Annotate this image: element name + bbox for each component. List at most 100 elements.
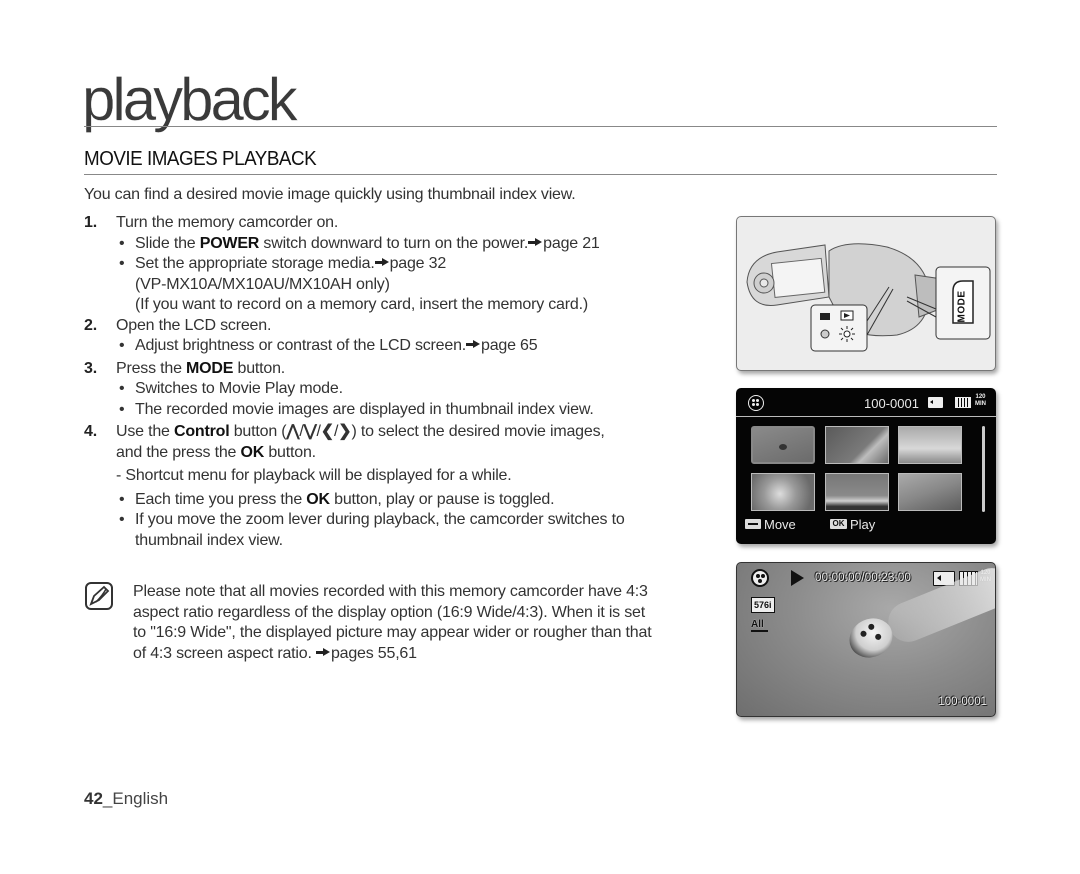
up-chevron-icon: ⋀	[286, 423, 300, 440]
page-reference[interactable]: page 65	[481, 337, 538, 354]
bullet-icon: •	[119, 255, 125, 272]
bullet-icon: •	[119, 400, 125, 418]
bullet-item: • If you move the zoom lever during play…	[116, 510, 724, 551]
step-text: Open the LCD screen.	[116, 316, 272, 334]
left-chevron-icon: ❮	[320, 423, 334, 440]
model-note: (VP-MX10A/MX10AU/MX10AH only)	[135, 275, 390, 293]
play-triangle-icon[interactable]	[791, 570, 804, 586]
movie-play-icon	[751, 569, 769, 587]
step-number: 4.	[84, 423, 97, 440]
step-number: 1.	[84, 214, 97, 231]
range-badge: All	[751, 619, 768, 632]
down-chevron-icon: ⋁	[303, 423, 317, 440]
step-text-part: Press the	[116, 359, 187, 377]
page-ref-arrow-icon	[528, 237, 543, 247]
bullet-item: • Slide the POWER switch downward to tur…	[116, 234, 724, 255]
note-line: of 4:3 screen aspect ratio. pages 55,61	[133, 644, 733, 665]
camcorder-illustration: MODE	[736, 216, 996, 371]
section-title: MOVIE IMAGES PLAYBACK	[84, 148, 317, 170]
thumbnail-dog[interactable]	[751, 473, 815, 511]
intro-text: You can find a desired movie image quick…	[84, 186, 576, 203]
power-keyword: POWER	[199, 234, 260, 252]
quality-badge: 576i	[751, 597, 775, 613]
bullet-text: button, play or pause is toggled.	[329, 490, 555, 508]
mode-button-label: MODE	[956, 290, 968, 323]
mode-lamp-callout	[810, 304, 868, 352]
bullet-text: Each time you press the	[135, 490, 307, 508]
step-text-line2: and the press the OK button.	[116, 443, 724, 464]
bullet-text: thumbnail index view.	[135, 531, 283, 549]
bullet-item: • The recorded movie images are displaye…	[116, 400, 724, 421]
page-ref-arrow-icon	[466, 340, 481, 349]
thumbnail-landscape[interactable]	[825, 473, 889, 511]
move-hint-label: Move	[764, 517, 796, 532]
note-text: Please note that all movies recorded wit…	[133, 582, 733, 664]
section-divider	[84, 174, 997, 175]
step-1: 1. Turn the memory camcorder on. • Slide…	[84, 213, 724, 316]
playback-time: 00:00:00/00:23:00	[815, 572, 912, 584]
thumbnail-ladybug[interactable]	[751, 426, 815, 464]
step-2: 2. Open the LCD screen. • Adjust brightn…	[84, 316, 724, 357]
memory-card-note: (If you want to record on a memory card,…	[135, 296, 588, 313]
right-chevron-icon: ❯	[338, 423, 352, 440]
chapter-title: playback	[82, 66, 298, 133]
step-text: Use the Control button (⋀/⋁/❮/❯) to sele…	[116, 422, 724, 443]
step-text-part: button.	[233, 359, 286, 377]
step-number: 3.	[84, 359, 97, 377]
bullet-icon: •	[119, 234, 125, 252]
ok-icon: OK	[830, 519, 847, 529]
page-ref-arrow-icon	[374, 258, 389, 267]
thumbnail-index-screen: 100-0001 120 MIN Move OK Play	[736, 388, 996, 544]
file-number: 100-0001	[864, 396, 919, 411]
bullet-text: Adjust brightness or contrast of the LCD…	[135, 337, 467, 354]
steps-list: 1. Turn the memory camcorder on. • Slide…	[84, 213, 724, 551]
bullet-icon: •	[119, 490, 125, 508]
bullet-item: • Switches to Movie Play mode.	[116, 379, 724, 400]
step-text-part: Use the	[116, 423, 174, 440]
bullet-item: • Adjust brightness or contrast of the L…	[116, 336, 724, 357]
step-text-part: and the press the	[116, 443, 241, 461]
bullet-text: The recorded movie images are displayed …	[135, 400, 594, 418]
bullet-text: Switches to Movie Play mode.	[135, 380, 343, 397]
page-ref-arrow-icon	[315, 647, 330, 657]
file-number: 100-0001	[938, 696, 987, 708]
step-text: Press the MODE button.	[116, 359, 724, 380]
thumbnail-dolphin[interactable]	[898, 473, 962, 511]
bullet-item: • Each time you press the OK button, pla…	[116, 490, 724, 511]
bullet-text: Slide the	[135, 234, 200, 252]
page-reference[interactable]: pages 55,61	[331, 645, 417, 662]
bullet-item: • Set the appropriate storage media. page…	[116, 254, 724, 316]
move-arrows-icon	[745, 519, 761, 529]
movie-playback-screen: 00:00:00/00:23:00 120MIN 576i All 100-00…	[736, 562, 996, 717]
step-text: Turn the memory camcorder on.	[116, 214, 339, 231]
remaining-unit: MIN	[975, 401, 986, 407]
header-divider	[736, 416, 996, 417]
remaining-value: 120	[975, 394, 986, 400]
movie-play-icon	[748, 395, 764, 411]
note-line: aspect ratio regardless of the display o…	[133, 603, 645, 621]
mode-keyword: MODE	[186, 359, 234, 377]
shortcut-note: - Shortcut menu for playback will be dis…	[116, 467, 512, 484]
page-number: 42	[84, 789, 103, 808]
bullet-icon: •	[119, 337, 125, 354]
thumbnail-lotus[interactable]	[825, 426, 889, 464]
note-pencil-icon	[85, 582, 113, 610]
step-text-part: button.	[264, 443, 316, 461]
control-keyword: Control	[174, 423, 230, 440]
note-line-text: of 4:3 screen aspect ratio.	[133, 644, 312, 662]
ok-keyword: OK	[306, 490, 330, 508]
bullet-icon: •	[119, 380, 125, 397]
page-reference[interactable]: page 32	[390, 255, 447, 272]
play-hint-label: Play	[850, 517, 876, 532]
bullet-icon: •	[119, 511, 125, 528]
page-reference[interactable]: page 21	[543, 235, 600, 252]
ok-keyword: OK	[240, 443, 265, 461]
step-text-part: ) to select the desired movie images,	[351, 423, 605, 440]
chapter-divider	[84, 126, 997, 127]
step-text-part: button (	[229, 423, 287, 440]
lit-lamp-icon	[839, 326, 855, 342]
step-number: 2.	[84, 316, 97, 334]
step-4: 4. Use the Control button (⋀/⋁/❮/❯) to s…	[84, 422, 724, 551]
scrollbar[interactable]	[982, 426, 985, 512]
thumbnail-soccer[interactable]	[898, 426, 962, 464]
